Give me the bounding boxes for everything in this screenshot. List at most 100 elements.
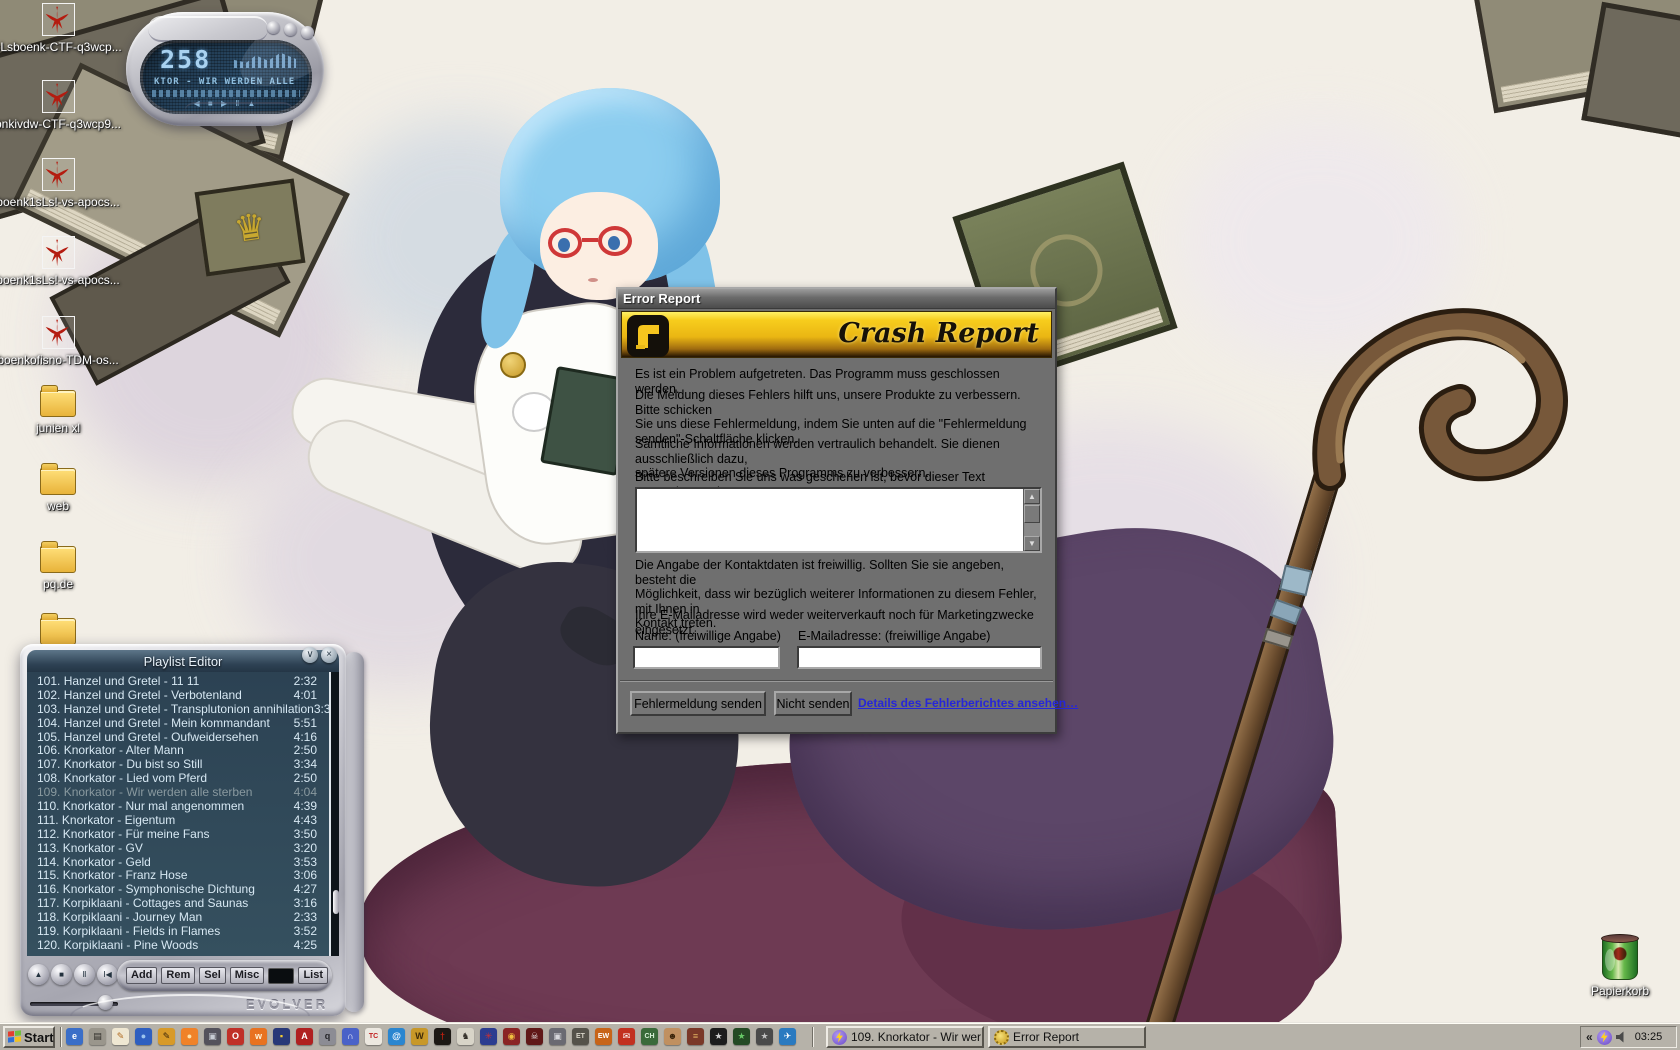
arcade-icon[interactable]: ▪ [273, 1028, 290, 1045]
pod-button-2[interactable] [284, 23, 297, 36]
tray-clock[interactable]: 03:25 [1635, 1031, 1663, 1043]
playlist-scrollbar[interactable] [329, 672, 339, 956]
playlist-close-button[interactable]: × [321, 647, 337, 663]
opera-icon[interactable]: O [227, 1028, 244, 1045]
media-player-pod[interactable]: 258 KTOR - WIR WERDEN ALLE ◀ ■ ▶ Ⅱ ▲ [126, 12, 324, 126]
drive-icon[interactable]: ▤ [89, 1028, 106, 1045]
playlist-track[interactable]: 102. Hanzel und Gretel - Verbotenland4:0… [27, 689, 339, 703]
quark-icon[interactable]: q [319, 1028, 336, 1045]
textarea-scrollbar[interactable]: ▲ ▼ [1023, 489, 1040, 551]
playlist-track[interactable]: 119. Korpiklaani - Fields in Flames3:52 [27, 925, 339, 939]
notes-icon[interactable]: ✎ [112, 1028, 129, 1045]
playlist-misc-button[interactable]: Misc [230, 967, 264, 984]
playlist-track[interactable]: 112. Knorkator - Für meine Fans3:50 [27, 828, 339, 842]
dont-send-button[interactable]: Nicht senden [774, 691, 852, 716]
red-a-icon[interactable]: A [296, 1028, 313, 1045]
chest-icon[interactable]: ≡ [687, 1028, 704, 1045]
jet-icon[interactable]: ✈ [779, 1028, 796, 1045]
desktop-icon-bnkivdw-ctf-q3wcp9-[interactable]: bnkivdw-CTF-q3wcp9... [0, 80, 116, 131]
playlist-track[interactable]: 106. Knorkator - Alter Mann2:50 [27, 744, 339, 758]
playlist-track[interactable]: 110. Knorkator - Nur mal angenommen4:39 [27, 800, 339, 814]
pirate-icon[interactable]: ☻ [664, 1028, 681, 1045]
playlist-track[interactable]: 107. Knorkator - Du bist so Still3:34 [27, 758, 339, 772]
quake-file-icon [42, 158, 75, 191]
robot-icon[interactable]: ▣ [549, 1028, 566, 1045]
firebird-ball-icon[interactable]: ● [181, 1028, 198, 1045]
playlist-track[interactable]: 113. Knorkator - GV3:20 [27, 842, 339, 856]
headphones-icon[interactable]: ∩ [342, 1028, 359, 1045]
playlist-add-button[interactable]: Add [126, 967, 157, 984]
spider-icon[interactable]: ✳ [480, 1028, 497, 1045]
camera-icon[interactable]: ▣ [204, 1028, 221, 1045]
mail-icon[interactable]: ✉ [618, 1028, 635, 1045]
playlist-track[interactable]: 103. Hanzel und Gretel - Transplutonion … [27, 703, 339, 717]
etw-icon[interactable]: ET [572, 1028, 589, 1045]
email-field[interactable] [797, 646, 1042, 669]
desktop-icon-slsboenk-ctf-q3wcp-[interactable]: sLsboenk-CTF-q3wcp... [0, 3, 116, 54]
pod-button-3[interactable] [301, 26, 314, 39]
desktop-icon-web[interactable]: web [0, 468, 116, 513]
desktop-icon-partial-folder[interactable] [0, 618, 116, 645]
playlist-track[interactable]: 114. Knorkator - Geld3:53 [27, 856, 339, 870]
playlist-sel-button[interactable]: Sel [199, 967, 226, 984]
error-description-input[interactable]: ▲ ▼ [635, 487, 1042, 553]
quake-icon[interactable]: † [434, 1028, 451, 1045]
globe-icon[interactable]: ● [135, 1028, 152, 1045]
playlist-track[interactable]: 109. Knorkator - Wir werden alle sterben… [27, 786, 339, 800]
playlist-rem-button[interactable]: Rem [161, 967, 195, 984]
stop-icon[interactable]: ■ [51, 964, 72, 985]
playlist-track[interactable]: 117. Korpiklaani - Cottages and Saunas3:… [27, 897, 339, 911]
eject-icon[interactable]: ▲ [28, 964, 49, 985]
pause-icon[interactable]: Ⅱ [74, 964, 95, 985]
prev-icon[interactable]: Ⅰ◀ [97, 964, 118, 985]
coin-icon[interactable]: W [411, 1028, 428, 1045]
tray-collapse-icon[interactable]: « [1586, 1030, 1593, 1044]
playlist-track[interactable]: 105. Hanzel und Gretel - Oufweidersehen4… [27, 731, 339, 745]
playlist-track[interactable]: 101. Hanzel und Gretel - 11 112:32 [27, 675, 339, 689]
playlist-track[interactable]: 116. Knorkator - Symphonische Dichtung4:… [27, 883, 339, 897]
winamp-tray-icon[interactable] [1597, 1030, 1612, 1045]
volume-icon[interactable] [1616, 1031, 1629, 1043]
playlist-track[interactable]: 104. Hanzel und Gretel - Mein kommandant… [27, 717, 339, 731]
playlist-track[interactable]: 118. Korpiklaani - Journey Man2:33 [27, 911, 339, 925]
medal-icon[interactable]: ◉ [503, 1028, 520, 1045]
playlist-track[interactable]: 111. Knorkator - Eigentum4:43 [27, 814, 339, 828]
desktop-icon-boenk1sls-vs-apocs-[interactable]: boenk1sLs!-vs-apocs... [0, 236, 116, 287]
recycle-bin[interactable]: Papierkorb [1586, 936, 1654, 998]
star-gray-icon[interactable]: ★ [756, 1028, 773, 1045]
internet-explorer-icon[interactable]: e [66, 1028, 83, 1045]
ch-icon[interactable]: CH [641, 1028, 658, 1045]
taskbar-button-error-report[interactable]: Error Report [988, 1026, 1146, 1048]
scroll-up-icon[interactable]: ▲ [1024, 489, 1040, 504]
start-button[interactable]: Start [3, 1026, 55, 1048]
textarea-scrollbar-thumb[interactable] [1024, 505, 1040, 523]
desktop-icon-junien-xl[interactable]: junien xl [0, 390, 116, 435]
taskbar-button-winamp[interactable]: 109. Knorkator - Wir wer… [826, 1026, 984, 1048]
desktop-icon-boenkofisno-tdm-os-[interactable]: boenkofisno-TDM-os... [0, 316, 116, 367]
phoenix-icon[interactable]: w [250, 1028, 267, 1045]
playlist-list-button[interactable]: List [298, 967, 328, 984]
skull-icon[interactable]: ☠ [526, 1028, 543, 1045]
send-report-button[interactable]: Fehlermeldung senden [630, 691, 766, 716]
track-title: 106. Knorkator - Alter Mann [37, 744, 184, 758]
gold-pen-icon[interactable]: ✎ [158, 1028, 175, 1045]
knight-icon[interactable]: ♞ [457, 1028, 474, 1045]
report-details-link[interactable]: Details des Fehlerberichtes ansehen… [858, 696, 1078, 710]
total-commander-icon[interactable]: TC [365, 1028, 382, 1045]
star-2-icon[interactable]: ★ [710, 1028, 727, 1045]
desktop-icon-pq-de[interactable]: pq.de [0, 546, 116, 591]
playlist-title-bar[interactable]: Playlist Editor [27, 650, 339, 672]
playlist-track[interactable]: 115. Knorkator - Franz Hose3:06 [27, 869, 339, 883]
error-dialog-title-bar[interactable]: Error Report [618, 289, 1055, 309]
desktop-icon-boenk1sls-vs-apocs-[interactable]: boenk1sLs!-vs-apocs... [0, 158, 116, 209]
name-field[interactable] [633, 646, 780, 669]
ew-icon[interactable]: EW [595, 1028, 612, 1045]
fish-icon[interactable]: @ [388, 1028, 405, 1045]
scroll-down-icon[interactable]: ▼ [1024, 536, 1040, 551]
playlist-track[interactable]: 108. Knorkator - Lied vom Pferd2:50 [27, 772, 339, 786]
playlist-scrollbar-thumb[interactable] [333, 890, 339, 914]
playlist-shade-button[interactable]: ∨ [302, 647, 318, 663]
star-green-icon[interactable]: ★ [733, 1028, 750, 1045]
pod-button-1[interactable] [267, 21, 280, 34]
playlist-track[interactable]: 120. Korpiklaani - Pine Woods4:25 [27, 939, 339, 953]
